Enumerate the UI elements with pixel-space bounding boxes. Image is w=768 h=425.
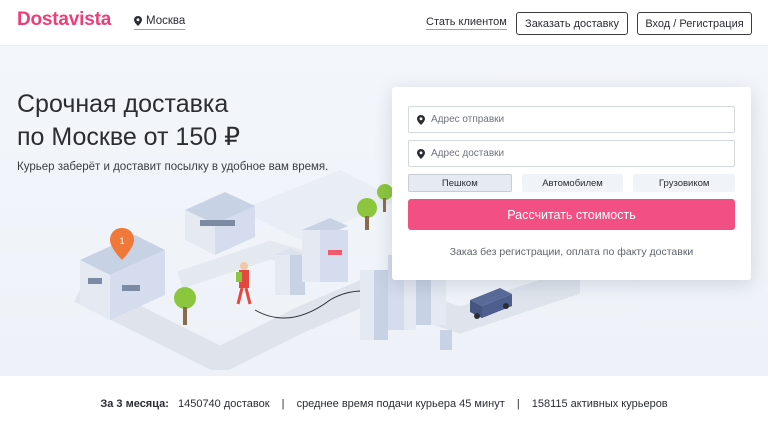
- logo[interactable]: Dostavista: [17, 9, 111, 31]
- location-pin-icon: [417, 148, 425, 159]
- hero-title: Срочная доставка по Москве от 150 ₽: [17, 88, 357, 154]
- stats-bar: За 3 месяца: 1450740 доставок | среднее …: [0, 398, 768, 410]
- become-client-link[interactable]: Стать клиентом: [426, 16, 507, 30]
- tab-car[interactable]: Автомобилем: [521, 174, 624, 192]
- pickup-address-field[interactable]: [408, 106, 735, 133]
- transport-tabs: Пешком Автомобилем Грузовиком: [408, 174, 736, 192]
- location-pin-icon: [417, 114, 425, 125]
- hero-title-line2: по Москве от 150 ₽: [17, 123, 240, 151]
- tab-truck[interactable]: Грузовиком: [633, 174, 736, 192]
- location-pin-icon: [134, 16, 142, 26]
- pickup-address-input[interactable]: [431, 114, 721, 125]
- stats-deliveries: 1450740 доставок: [177, 398, 270, 410]
- city-name: Москва: [146, 15, 186, 27]
- stats-separator: |: [516, 398, 520, 410]
- calculate-price-button[interactable]: Рассчитать стоимость: [408, 199, 735, 230]
- delivery-form-card: Пешком Автомобилем Грузовиком Рассчитать…: [392, 87, 751, 280]
- site-header: Dostavista Москва Стать клиентом Заказат…: [0, 0, 768, 46]
- order-delivery-button[interactable]: Заказать доставку: [516, 12, 628, 35]
- map-marker-number: 1: [119, 236, 124, 246]
- hero-title-line1: Срочная доставка: [17, 90, 229, 118]
- stats-avg-time: среднее время подачи курьера 45 минут: [296, 398, 505, 410]
- login-register-button[interactable]: Вход / Регистрация: [637, 12, 752, 35]
- form-note: Заказ без регистрации, оплата по факту д…: [449, 246, 694, 258]
- delivery-address-input[interactable]: [431, 148, 721, 159]
- stats-couriers: 158115 активных курьеров: [531, 398, 668, 410]
- stats-separator: |: [281, 398, 285, 410]
- city-selector[interactable]: Москва: [134, 15, 186, 30]
- stats-period: За 3 месяца:: [100, 398, 169, 410]
- tab-walking[interactable]: Пешком: [408, 174, 512, 192]
- delivery-address-field[interactable]: [408, 140, 735, 167]
